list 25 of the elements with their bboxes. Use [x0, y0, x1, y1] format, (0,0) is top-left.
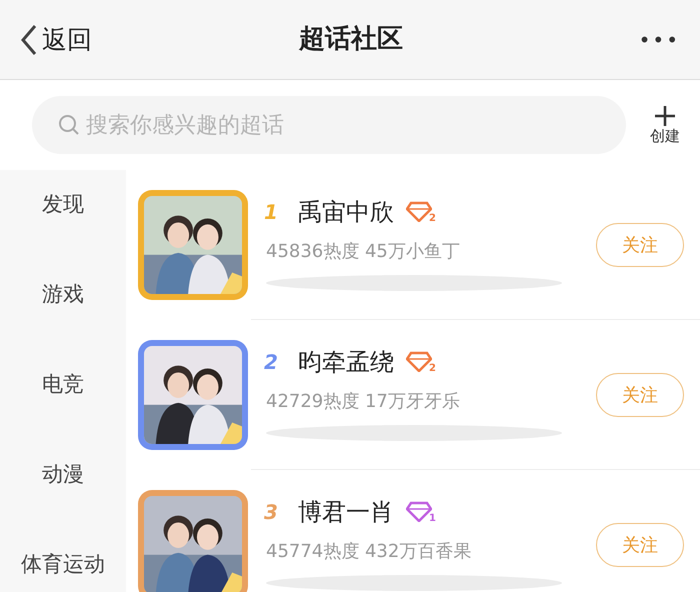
- topic-stats: 42729热度 17万牙牙乐: [265, 390, 461, 414]
- topic-cover[interactable]: [138, 190, 248, 300]
- page-title: 超话社区: [299, 23, 403, 56]
- category-item[interactable]: 动漫: [42, 456, 84, 493]
- topic-cover[interactable]: [138, 340, 248, 450]
- topic-name[interactable]: 禹宙中欣: [298, 194, 394, 230]
- rank-number: 3: [264, 499, 279, 526]
- rank-number: 1: [264, 199, 279, 226]
- topic-cover[interactable]: [138, 490, 248, 592]
- category-item[interactable]: 电竞: [42, 366, 84, 403]
- category-item[interactable]: 体育运动: [21, 546, 105, 583]
- more-button[interactable]: •••: [610, 24, 680, 54]
- search-field[interactable]: 搜索你感兴趣的超话: [32, 96, 626, 154]
- category-item[interactable]: 游戏: [42, 276, 84, 313]
- rank-number: 2: [264, 349, 279, 376]
- topic-stats: 45836热度 45万小鱼丁: [265, 240, 461, 264]
- plus-icon: [654, 104, 676, 127]
- search-icon: [58, 114, 80, 136]
- create-button[interactable]: 创建: [650, 104, 680, 146]
- topic-name[interactable]: 博君一肖: [298, 494, 394, 530]
- back-icon: [20, 24, 38, 56]
- category-item[interactable]: 发现: [42, 186, 84, 223]
- topic-stats: 45774热度 432万百香果: [265, 540, 472, 564]
- topic-name[interactable]: 昀牵孟绕: [298, 344, 394, 380]
- back-button[interactable]: 返回: [20, 20, 92, 58]
